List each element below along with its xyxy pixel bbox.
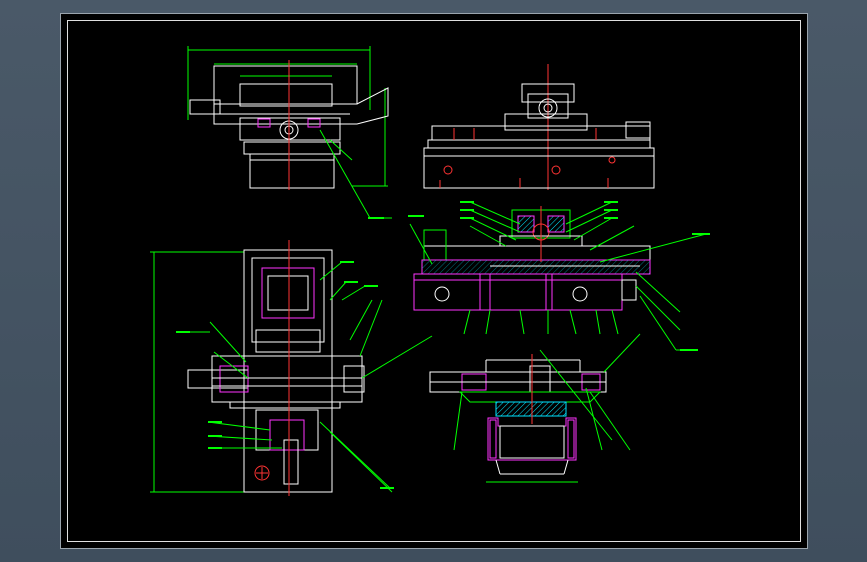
side-elevation-view	[423, 64, 655, 190]
cad-drawing	[150, 46, 710, 496]
front-elevation-view	[187, 46, 392, 219]
lower-section-view	[429, 333, 641, 483]
dimension-lines	[187, 46, 388, 187]
section-view	[409, 201, 707, 351]
plan-dimension-lines	[150, 251, 244, 493]
plan-view	[150, 240, 433, 496]
